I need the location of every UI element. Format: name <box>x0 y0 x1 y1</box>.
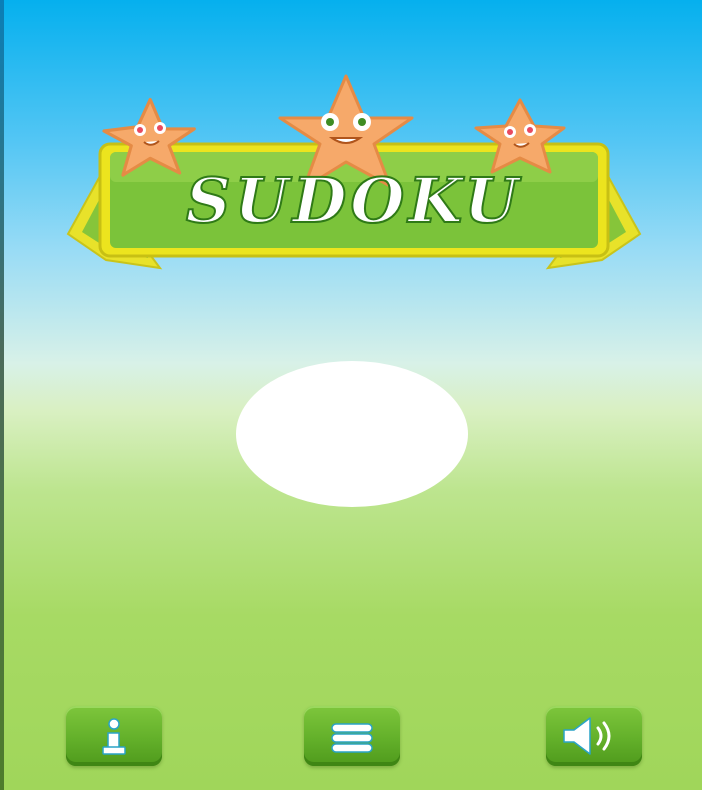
sudoku-logo: SUDOKU <box>64 70 644 280</box>
speaker-icon <box>563 717 611 755</box>
left-edge <box>0 0 4 790</box>
sound-button[interactable] <box>546 706 642 766</box>
info-icon <box>102 718 126 755</box>
menu-button[interactable] <box>304 706 400 766</box>
play-button-area[interactable] <box>236 361 468 507</box>
game-title: SUDOKU <box>186 164 522 237</box>
menu-icon <box>331 723 373 753</box>
info-button[interactable] <box>66 706 162 766</box>
